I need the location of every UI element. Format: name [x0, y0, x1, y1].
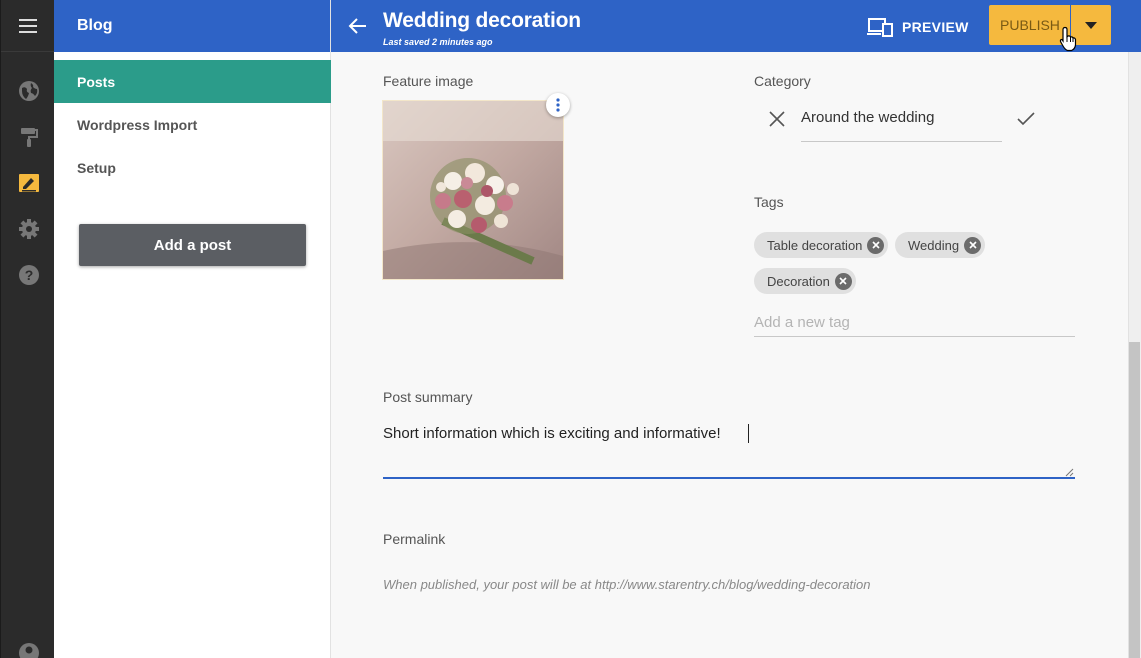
bouquet-image — [383, 101, 563, 279]
clear-category-button[interactable] — [768, 110, 786, 128]
blog-edit-icon — [19, 174, 39, 192]
tag-chip: Decoration — [754, 268, 856, 294]
post-summary-textarea[interactable]: Short information which is exciting and … — [383, 424, 1075, 479]
post-summary-label: Post summary — [383, 389, 473, 405]
back-button[interactable] — [347, 15, 369, 37]
sidebar-item-setup[interactable]: Setup — [54, 146, 331, 189]
rail-website[interactable] — [18, 80, 40, 102]
app-rail: ? — [0, 0, 54, 658]
add-post-button[interactable]: Add a post — [79, 224, 306, 266]
remove-tag-button[interactable] — [964, 236, 982, 254]
hand-cursor-icon — [1059, 26, 1077, 52]
permalink-info: When published, your post will be at htt… — [383, 577, 871, 592]
globe-icon — [19, 81, 39, 101]
scrollbar-thumb[interactable] — [1129, 342, 1140, 658]
category-underline — [801, 141, 1002, 142]
close-icon — [872, 241, 880, 249]
blog-sidebar: Blog Posts Wordpress Import Setup Add a … — [54, 0, 331, 658]
sidebar-title: Blog — [54, 0, 330, 52]
rail-design[interactable] — [18, 126, 40, 148]
rail-blog[interactable] — [18, 172, 40, 194]
rail-account[interactable] — [18, 642, 40, 658]
sidebar-item-label: Wordpress Import — [77, 116, 198, 133]
remove-tag-button[interactable] — [867, 236, 885, 254]
caret-down-icon — [1085, 21, 1097, 29]
gear-icon — [19, 219, 39, 239]
rail-help[interactable]: ? — [18, 264, 40, 286]
tag-chip-label: Decoration — [767, 273, 830, 289]
paint-roller-icon — [21, 128, 38, 147]
sidebar-item-label: Setup — [77, 159, 116, 176]
editor-header: Wedding decoration Last saved 2 minutes … — [331, 0, 1141, 52]
publish-label: PUBLISH — [1000, 17, 1060, 33]
category-value[interactable]: Around the wedding — [801, 109, 934, 126]
help-icon: ? — [19, 265, 39, 285]
sidebar-item-posts[interactable]: Posts — [54, 60, 331, 103]
text-caret — [748, 424, 749, 443]
sidebar-item-label: Posts — [77, 73, 116, 90]
preview-button[interactable]: PREVIEW — [867, 16, 969, 38]
close-icon — [839, 277, 847, 285]
confirm-category-button[interactable] — [1017, 110, 1035, 128]
preview-label: PREVIEW — [902, 19, 969, 35]
sidebar-item-wordpress-import[interactable]: Wordpress Import — [54, 103, 331, 146]
permalink-label: Permalink — [383, 531, 446, 547]
devices-icon — [867, 18, 893, 37]
tag-chip: Wedding — [895, 232, 986, 258]
close-icon — [769, 111, 785, 127]
tag-chip-label: Wedding — [908, 237, 960, 253]
menu-icon — [18, 18, 37, 33]
more-vertical-icon — [556, 98, 560, 112]
page-title: Wedding decoration — [383, 9, 581, 32]
arrow-left-icon — [348, 18, 366, 34]
close-icon — [969, 241, 977, 249]
check-icon — [1017, 112, 1035, 126]
image-options-button[interactable] — [546, 93, 570, 117]
tag-chip: Table decoration — [754, 232, 889, 258]
tag-chip-label: Table decoration — [767, 237, 863, 253]
new-tag-input[interactable] — [754, 308, 1075, 337]
rail-settings[interactable] — [18, 218, 40, 240]
resize-handle-icon[interactable] — [1064, 467, 1074, 477]
user-icon — [19, 643, 39, 658]
last-saved-status: Last saved 2 minutes ago — [383, 37, 493, 47]
publish-button[interactable]: PUBLISH — [989, 5, 1070, 45]
feature-image-label: Feature image — [383, 73, 474, 89]
tags-label: Tags — [754, 194, 784, 210]
feature-image[interactable] — [383, 101, 563, 279]
remove-tag-button[interactable] — [834, 272, 852, 290]
menu-button[interactable] — [1, 0, 54, 52]
svg-text:?: ? — [25, 267, 34, 283]
category-label: Category — [754, 73, 811, 89]
